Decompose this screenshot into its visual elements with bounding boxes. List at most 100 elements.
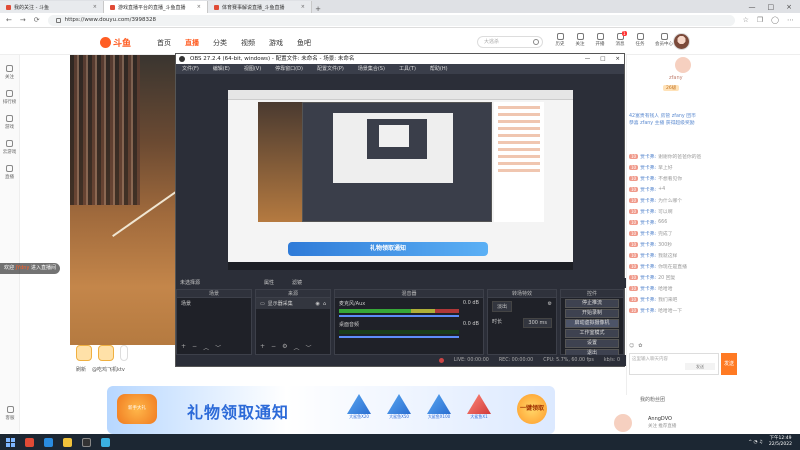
scene-item[interactable]: 场景	[177, 298, 251, 309]
source-item[interactable]: ▭ 显示器采集 ◉ ⌂	[256, 298, 330, 309]
receive-all-button[interactable]: 一键领取	[517, 394, 547, 424]
browser-tab[interactable]: 体育赛事解说直播_斗鱼直播 ×	[208, 1, 312, 13]
refresh-icon[interactable]: ⟳	[34, 16, 40, 24]
host-card[interactable]: AnngDVO 关注 推荐直播	[612, 412, 740, 434]
nav-live[interactable]: 直播	[185, 38, 199, 48]
collections-icon[interactable]: ❐	[757, 16, 763, 24]
sidebar-item-rank[interactable]: 排行榜	[0, 90, 19, 105]
nav-yuba[interactable]: 鱼吧	[297, 38, 311, 48]
nav-video[interactable]: 视频	[241, 38, 255, 48]
search-input[interactable]: 大逃杀	[477, 36, 543, 48]
forward-icon[interactable]: →	[20, 16, 26, 24]
nav-home[interactable]: 首页	[157, 38, 171, 48]
menu-file[interactable]: 文件(F)	[182, 64, 199, 74]
chat-username[interactable]: 贾卡弗:	[640, 285, 656, 292]
inner-send-button[interactable]: 发送	[685, 363, 715, 370]
back-icon[interactable]: ←	[6, 16, 12, 24]
up-icon[interactable]: ︿	[293, 343, 299, 352]
chat-username[interactable]: 贾卡弗:	[640, 241, 656, 248]
down-icon[interactable]: ﹀	[215, 343, 221, 352]
chat-username[interactable]: 贾卡弗:	[640, 296, 656, 303]
add-icon[interactable]: +	[181, 343, 186, 352]
refresh-button[interactable]: 刷新	[76, 366, 86, 373]
studio-mode-button[interactable]: 工作室模式	[565, 329, 619, 338]
windows-start-icon[interactable]	[6, 437, 15, 447]
sidebar-item-game[interactable]: 游戏	[0, 115, 19, 130]
menu-docks[interactable]: 停靠窗口(D)	[275, 64, 303, 74]
obs-icon[interactable]	[82, 437, 91, 447]
chat-username[interactable]: 贾卡弗:	[640, 219, 656, 226]
up-icon[interactable]: ︿	[203, 343, 209, 352]
browser-tab[interactable]: 我的关注 - 斗鱼 ×	[0, 1, 104, 13]
duration-input[interactable]: 300 ms	[523, 318, 552, 328]
site-logo[interactable]: 斗鱼	[100, 36, 131, 49]
close-icon[interactable]: ×	[301, 4, 305, 10]
anchor-avatar[interactable]	[675, 57, 691, 73]
close-window-icon[interactable]: ×	[786, 3, 792, 11]
start-recording-button[interactable]: 开始录制	[565, 309, 619, 318]
chat-username[interactable]: 贾卡弗:	[640, 175, 656, 182]
chat-username[interactable]: 贾卡弗:	[640, 274, 656, 281]
search-icon[interactable]	[533, 39, 539, 45]
nav-category[interactable]: 分类	[213, 38, 227, 48]
gift-notice-banner[interactable]: 新手大礼 礼物领取通知 大鲨鱼X20 大鲨鱼X50 大鲨鱼X100 大鲨鱼X1 …	[107, 386, 555, 434]
gift-icon[interactable]	[76, 345, 92, 361]
volume-slider[interactable]	[339, 315, 459, 317]
transition-select[interactable]: 淡出	[492, 301, 513, 312]
add-icon[interactable]: +	[260, 343, 265, 352]
send-button[interactable]: 发送	[721, 353, 737, 375]
down-icon[interactable]: ﹀	[305, 343, 311, 352]
gear-icon[interactable]: ⚙	[282, 343, 287, 352]
menu-tools[interactable]: 工具(T)	[399, 64, 416, 74]
obs-window[interactable]: OBS 27.2.4 (64-bit, windows) - 配置文件: 未命名…	[175, 53, 626, 367]
chat-username[interactable]: 贾卡弗:	[640, 252, 656, 259]
live-video[interactable]	[70, 55, 176, 345]
chat-username[interactable]: 贾卡弗:	[640, 197, 656, 204]
obs-preview[interactable]: 礼物领取通知	[228, 90, 573, 270]
edge-icon[interactable]	[44, 437, 53, 447]
new-tab-button[interactable]: +	[312, 5, 324, 13]
nav-game[interactable]: 游戏	[269, 38, 283, 48]
minimize-icon[interactable]: —	[585, 54, 591, 64]
chat-username[interactable]: 贾卡弗:	[640, 186, 656, 193]
room-tag[interactable]: @吃鸡飞机ktv	[92, 366, 125, 373]
remove-icon[interactable]: −	[192, 343, 197, 352]
gift-icon[interactable]	[98, 345, 114, 361]
history-button[interactable]: 历史	[553, 33, 567, 47]
maximize-icon[interactable]: □	[600, 54, 605, 64]
host-avatar[interactable]	[614, 414, 632, 432]
user-avatar[interactable]	[673, 33, 690, 50]
menu-edit[interactable]: 编辑(E)	[213, 64, 230, 74]
eye-icon[interactable]: ◉	[315, 301, 319, 307]
close-icon[interactable]: ×	[615, 54, 620, 64]
url-input[interactable]: https://www.douyu.com/3998328	[47, 14, 735, 26]
gear-icon[interactable]: ⚙	[548, 301, 552, 312]
tray-icons[interactable]: ^ ◔ ♫	[748, 440, 763, 445]
remove-icon[interactable]: −	[271, 343, 276, 352]
menu-view[interactable]: 视图(V)	[244, 64, 261, 74]
sidebar-item-cloudgame[interactable]: 云游戏	[0, 140, 19, 155]
sidebar-item-live[interactable]: 直播	[0, 165, 19, 180]
lock-icon[interactable]: ⌂	[323, 301, 326, 307]
newbie-gift[interactable]: 新手大礼	[117, 394, 157, 424]
close-icon[interactable]: ×	[197, 4, 201, 10]
broadcast-button[interactable]: 开播	[593, 33, 607, 47]
stop-streaming-button[interactable]: 停止推流	[565, 299, 619, 308]
menu-help[interactable]: 帮助(H)	[430, 64, 448, 74]
vip-button[interactable]: 会员中心	[653, 33, 675, 47]
close-icon[interactable]: ×	[93, 4, 97, 10]
sidebar-item-service[interactable]: 客服	[0, 406, 20, 421]
chat-username[interactable]: 贾卡弗:	[640, 263, 656, 270]
settings-button[interactable]: 设置	[565, 339, 619, 348]
taskbar-app-icon[interactable]	[25, 437, 34, 447]
chat-username[interactable]: 贾卡弗:	[640, 307, 656, 314]
chat-username[interactable]: 贾卡弗:	[640, 153, 656, 160]
profile-icon[interactable]: ◯	[771, 16, 779, 24]
filters-button[interactable]: 滤镜	[292, 278, 302, 288]
volume-slider[interactable]	[339, 336, 459, 338]
gift-icon[interactable]: ✿	[638, 343, 642, 349]
gift-icon[interactable]	[120, 345, 128, 361]
maximize-icon[interactable]: □	[768, 3, 775, 11]
message-button[interactable]: 1 消息	[613, 31, 627, 47]
more-icon[interactable]: ⋯	[787, 16, 794, 24]
